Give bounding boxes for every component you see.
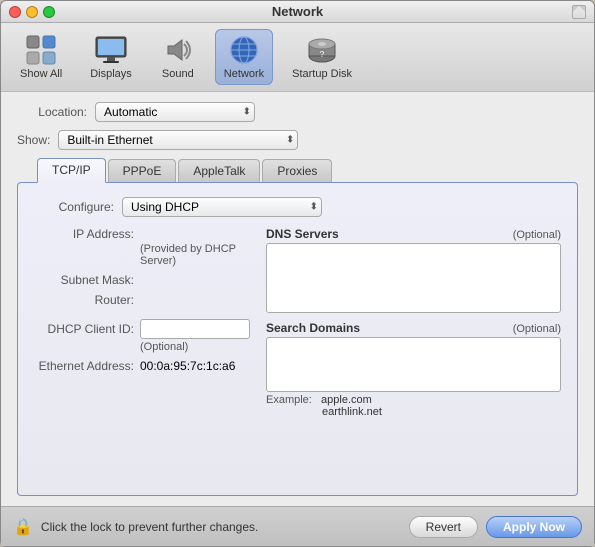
location-select-wrapper: Automatic ⬍ xyxy=(95,102,255,122)
show-label: Show: xyxy=(17,133,50,147)
apply-now-button[interactable]: Apply Now xyxy=(486,516,582,538)
location-row: Location: Automatic ⬍ xyxy=(17,102,578,122)
search-textbox[interactable] xyxy=(266,337,561,392)
configure-row: Configure: Using DHCP ⬍ xyxy=(34,197,561,217)
displays-icon xyxy=(95,34,127,66)
toolbar-item-sound[interactable]: Sound xyxy=(151,29,205,85)
right-column: DNS Servers (Optional) Search Domains (O… xyxy=(266,227,561,481)
tab-proxies[interactable]: Proxies xyxy=(262,159,332,182)
ip-address-row: IP Address: xyxy=(34,227,250,241)
dhcp-client-id-input[interactable] xyxy=(140,319,250,339)
tabs-container: TCP/IP PPPoE AppleTalk Proxies Configure… xyxy=(17,158,578,496)
example-text: Example: apple.com earthlink.net xyxy=(266,394,561,418)
bottom-bar: 🔒 Click the lock to prevent further chan… xyxy=(1,506,594,546)
dns-textbox[interactable] xyxy=(266,243,561,313)
search-section: Search Domains (Optional) Example: apple… xyxy=(266,321,561,418)
subnet-mask-label: Subnet Mask: xyxy=(34,273,134,287)
toolbar-item-displays[interactable]: Displays xyxy=(81,29,141,85)
show-select[interactable]: Built-in Ethernet xyxy=(58,130,298,150)
search-title: Search Domains xyxy=(266,321,360,335)
main-window: Network Show All xyxy=(0,0,595,547)
tab-tcpip[interactable]: TCP/IP xyxy=(37,158,106,183)
dhcp-client-id-hint: (Optional) xyxy=(34,341,250,353)
lock-icon[interactable]: 🔒 xyxy=(13,517,33,537)
dns-optional: (Optional) xyxy=(513,229,561,241)
configure-select[interactable]: Using DHCP xyxy=(122,197,322,217)
svg-text:?: ? xyxy=(320,50,325,59)
tab-appletalk[interactable]: AppleTalk xyxy=(178,159,260,182)
subnet-mask-row: Subnet Mask: xyxy=(34,273,250,287)
location-select[interactable]: Automatic xyxy=(95,102,255,122)
configure-label: Configure: xyxy=(34,200,114,214)
dhcp-client-id-row: DHCP Client ID: xyxy=(34,319,250,339)
search-optional: (Optional) xyxy=(513,323,561,335)
configure-select-wrapper: Using DHCP ⬍ xyxy=(122,197,322,217)
left-column: IP Address: (Provided by DHCP Server) Su… xyxy=(34,227,250,481)
maximize-button[interactable] xyxy=(43,6,55,18)
toolbar-item-startup-disk[interactable]: ? Startup Disk xyxy=(283,29,361,85)
ethernet-address-value: 00:0a:95:7c:1c:a6 xyxy=(140,359,235,373)
example-value-1: apple.com xyxy=(321,394,372,406)
ip-address-label: IP Address: xyxy=(34,227,134,241)
content-area: Location: Automatic ⬍ Show: Built-in Eth… xyxy=(1,92,594,506)
network-icon xyxy=(228,34,260,66)
example-value-2: earthlink.net xyxy=(322,406,382,418)
example-label: Example: xyxy=(266,394,312,406)
close-button[interactable] xyxy=(9,6,21,18)
ip-address-group: IP Address: (Provided by DHCP Server) xyxy=(34,227,250,267)
revert-button[interactable]: Revert xyxy=(409,516,478,538)
toolbar-item-sound-label: Sound xyxy=(162,68,194,80)
titlebar: Network xyxy=(1,1,594,23)
ip-address-hint: (Provided by DHCP Server) xyxy=(34,243,250,267)
tab-panel-tcpip: Configure: Using DHCP ⬍ IP Add xyxy=(17,182,578,496)
show-row: Show: Built-in Ethernet ⬍ xyxy=(17,130,578,150)
panel-body: IP Address: (Provided by DHCP Server) Su… xyxy=(34,227,561,481)
location-label: Location: xyxy=(17,105,87,119)
toolbar-item-show-all[interactable]: Show All xyxy=(11,29,71,85)
lock-text: Click the lock to prevent further change… xyxy=(41,520,401,534)
toolbar-item-startup-disk-label: Startup Disk xyxy=(292,68,352,80)
router-row: Router: xyxy=(34,293,250,307)
dhcp-client-id-label: DHCP Client ID: xyxy=(34,322,134,336)
toolbar-item-displays-label: Displays xyxy=(90,68,132,80)
minimize-button[interactable] xyxy=(26,6,38,18)
toolbar-item-network-label: Network xyxy=(224,68,264,80)
show-select-wrapper: Built-in Ethernet ⬍ xyxy=(58,130,298,150)
dns-header: DNS Servers (Optional) xyxy=(266,227,561,241)
ethernet-address-row: Ethernet Address: 00:0a:95:7c:1c:a6 xyxy=(34,359,250,373)
tab-bar: TCP/IP PPPoE AppleTalk Proxies xyxy=(17,158,578,182)
search-header: Search Domains (Optional) xyxy=(266,321,561,335)
window-controls xyxy=(9,6,55,18)
tab-pppoe[interactable]: PPPoE xyxy=(108,159,177,182)
toolbar: Show All Displays Sound xyxy=(1,23,594,92)
toolbar-item-network[interactable]: Network xyxy=(215,29,273,85)
router-label: Router: xyxy=(34,293,134,307)
window-title: Network xyxy=(272,4,323,19)
sound-icon xyxy=(162,34,194,66)
resize-button[interactable] xyxy=(572,5,586,19)
toolbar-item-show-all-label: Show All xyxy=(20,68,62,80)
startup-disk-icon: ? xyxy=(306,34,338,66)
dns-section: DNS Servers (Optional) xyxy=(266,227,561,313)
dns-title: DNS Servers xyxy=(266,227,339,241)
ethernet-address-label: Ethernet Address: xyxy=(34,359,134,373)
dhcp-client-id-group: DHCP Client ID: (Optional) xyxy=(34,319,250,353)
show-all-icon xyxy=(25,34,57,66)
